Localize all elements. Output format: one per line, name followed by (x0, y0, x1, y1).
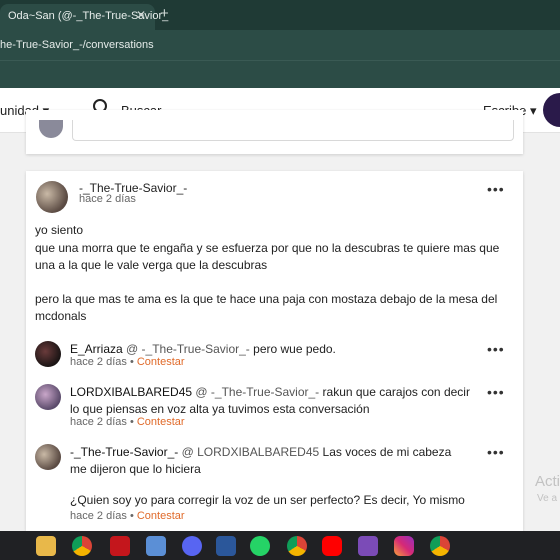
post-card: -_The-True-Savior_- hace 2 días ••• yo s… (26, 171, 523, 531)
reply-button[interactable]: Contestar (137, 416, 185, 428)
reply-message: pero wue pedo. (253, 342, 336, 356)
file-explorer-icon[interactable] (36, 536, 56, 556)
taskbar (0, 531, 560, 560)
reply-text: -_The-True-Savior_- @ LORDXIBALBARED45 L… (70, 444, 470, 478)
browser-tab-bar: Oda~San (@-_The-True-Savior_ ✕ + (0, 0, 560, 30)
tab-close-icon[interactable]: ✕ (136, 8, 146, 22)
reply-time: hace 2 días (70, 510, 127, 522)
reply-button[interactable]: Contestar (137, 356, 185, 368)
reply-button[interactable]: Contestar (137, 510, 185, 522)
whatsapp-icon[interactable] (250, 536, 270, 556)
discord-icon[interactable] (182, 536, 202, 556)
reply-avatar[interactable] (35, 444, 61, 470)
reply-avatar[interactable] (35, 384, 61, 410)
post-paragraph: pero la que mas te ama es la que te hace… (35, 291, 498, 324)
reply-username[interactable]: E_Arriaza (70, 342, 123, 356)
reply-mention[interactable]: @ LORDXIBALBARED45 (182, 445, 320, 459)
reply-username[interactable]: LORDXIBALBARED45 (70, 385, 192, 399)
browser-tab[interactable]: Oda~San (@-_The-True-Savior_ ✕ (0, 4, 168, 30)
chrome-icon[interactable] (287, 536, 307, 556)
post-paragraph: yo siento que una morra que te engaña y … (35, 223, 500, 272)
reply-time: hace 2 días (70, 416, 127, 428)
activation-watermark-sub: Ve a (537, 493, 558, 504)
chrome-icon[interactable] (72, 536, 92, 556)
winrar-icon[interactable] (358, 536, 378, 556)
reply-sep: • (129, 416, 134, 428)
post-menu-icon[interactable]: ••• (487, 181, 505, 197)
word-icon[interactable] (216, 536, 236, 556)
composer-input[interactable] (72, 120, 514, 141)
reply-mention[interactable]: @ -_The-True-Savior_- (195, 385, 319, 399)
composer-avatar (39, 120, 63, 138)
user-avatar[interactable] (543, 93, 560, 127)
post-time: hace 2 días (79, 193, 136, 205)
chrome-icon[interactable] (430, 536, 450, 556)
address-bar[interactable]: he-True-Savior_-/conversations (0, 30, 560, 60)
reply-menu-icon[interactable]: ••• (487, 444, 505, 460)
activation-watermark: Acti (535, 473, 560, 490)
composer (26, 110, 523, 154)
bookmarks-bar (0, 60, 560, 89)
reply-text: LORDXIBALBARED45 @ -_The-True-Savior_- r… (70, 384, 470, 418)
acrobat-icon[interactable] (110, 536, 130, 556)
reply-mention[interactable]: @ -_The-True-Savior_- (126, 342, 250, 356)
reply-avatar[interactable] (35, 341, 61, 367)
reply-meta: hace 2 días • Contestar (70, 356, 185, 368)
reply-menu-icon[interactable]: ••• (487, 341, 505, 357)
reply-username[interactable]: -_The-True-Savior_- (70, 445, 178, 459)
author-avatar[interactable] (36, 181, 68, 213)
youtube-icon[interactable] (322, 536, 342, 556)
post-body: yo siento que una morra que te engaña y … (35, 222, 505, 342)
reply-sep: • (129, 510, 134, 522)
reply-text-continued: ¿Quien soy yo para corregir la voz de un… (70, 493, 465, 507)
reply-menu-icon[interactable]: ••• (487, 384, 505, 400)
instagram-icon[interactable] (394, 536, 414, 556)
reply-meta: hace 2 días • Contestar (70, 510, 185, 522)
app-icon[interactable] (146, 536, 166, 556)
url-text[interactable]: he-True-Savior_-/conversations (0, 39, 154, 51)
new-tab-button[interactable]: + (160, 5, 169, 22)
reply-sep: • (129, 356, 134, 368)
reply-meta: hace 2 días • Contestar (70, 416, 185, 428)
reply-time: hace 2 días (70, 356, 127, 368)
